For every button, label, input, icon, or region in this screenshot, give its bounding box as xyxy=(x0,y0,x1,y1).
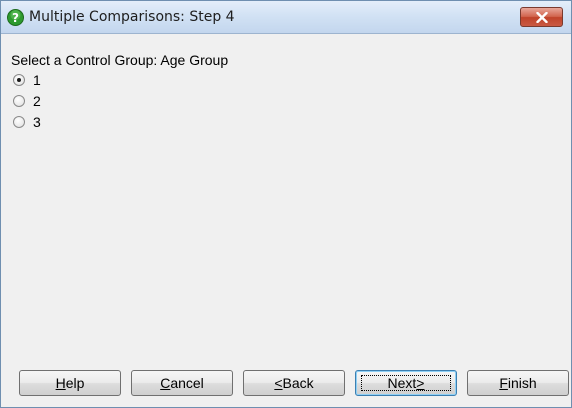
button-mnemonic: C xyxy=(160,375,171,391)
radio-option-3[interactable]: 3 xyxy=(13,114,41,130)
cancel-button[interactable]: Cancel xyxy=(131,370,233,396)
question-mark-icon: ? xyxy=(7,9,24,26)
close-icon xyxy=(536,12,548,23)
dialog-window: ? Multiple Comparisons: Step 4 Select a … xyxy=(0,0,572,408)
radio-label: 3 xyxy=(33,114,41,130)
control-group-prompt: Select a Control Group: Age Group xyxy=(11,52,229,68)
radio-button-checked[interactable] xyxy=(13,74,25,86)
button-mnemonic: H xyxy=(55,375,66,391)
dialog-body: Select a Control Group: Age Group 1 2 3 … xyxy=(1,34,571,407)
radio-button[interactable] xyxy=(13,95,25,107)
button-label-post: Back xyxy=(282,375,314,391)
back-button[interactable]: < Back xyxy=(243,370,345,396)
radio-button[interactable] xyxy=(13,116,25,128)
button-label-post: inish xyxy=(507,375,537,391)
radio-label: 2 xyxy=(33,93,41,109)
button-mnemonic: F xyxy=(499,375,508,391)
button-label-pre: Next xyxy=(387,375,417,391)
next-button[interactable]: Next > xyxy=(355,370,457,396)
radio-option-1[interactable]: 1 xyxy=(13,72,41,88)
close-button[interactable] xyxy=(520,7,563,27)
window-title: Multiple Comparisons: Step 4 xyxy=(29,9,235,25)
button-mnemonic: > xyxy=(416,375,425,391)
radio-option-2[interactable]: 2 xyxy=(13,93,41,109)
button-label-post: ancel xyxy=(170,375,204,391)
help-button[interactable]: Help xyxy=(19,370,121,396)
finish-button[interactable]: Finish xyxy=(467,370,569,396)
button-mnemonic: < xyxy=(274,375,283,391)
title-bar[interactable]: ? Multiple Comparisons: Step 4 xyxy=(1,1,571,34)
button-label-post: elp xyxy=(65,375,85,391)
svg-text:?: ? xyxy=(12,11,19,25)
radio-label: 1 xyxy=(33,72,41,88)
